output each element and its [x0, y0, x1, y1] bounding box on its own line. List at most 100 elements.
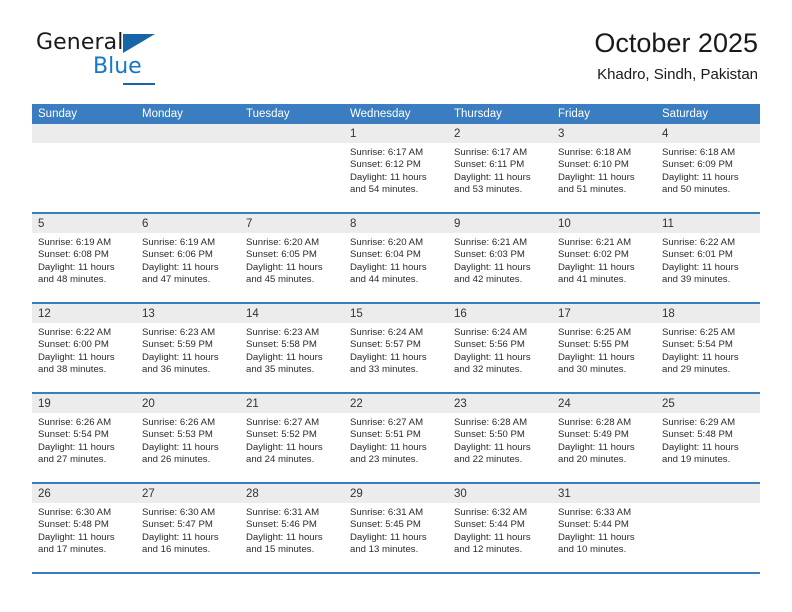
calendar-day-cell[interactable]: 15 Sunrise: 6:24 AM Sunset: 5:57 PM Dayligh…: [344, 304, 448, 392]
daylight-text-line1: Daylight: 11 hours: [454, 351, 531, 363]
day-details: Sunrise: 6:22 AM Sunset: 6:01 PM Daylight:…: [656, 233, 760, 287]
calendar-day-cell[interactable]: 18 Sunrise: 6:25 AM Sunset: 5:54 PM Dayligh…: [656, 304, 760, 392]
calendar-day-cell[interactable]: 27 Sunrise: 6:30 AM Sunset: 5:47 PM Dayligh…: [136, 484, 240, 572]
calendar-week-cells: 26 Sunrise: 6:30 AM Sunset: 5:48 PM Dayligh…: [32, 484, 760, 572]
day-number: 6: [142, 218, 149, 230]
calendar-day-cell[interactable]: 14 Sunrise: 6:23 AM Sunset: 5:58 PM Dayligh…: [240, 304, 344, 392]
day-number: 30: [454, 488, 467, 500]
day-number-band: 15: [344, 304, 448, 323]
day-number-band: 14: [240, 304, 344, 323]
day-number: 25: [662, 398, 675, 410]
day-number: 4: [662, 128, 669, 140]
calendar-day-cell[interactable]: 23 Sunrise: 6:28 AM Sunset: 5:50 PM Dayligh…: [448, 394, 552, 482]
weekday-header-friday: Friday: [558, 108, 590, 120]
sunset-text: Sunset: 5:49 PM: [558, 429, 629, 441]
calendar-week-row: 26 Sunrise: 6:30 AM Sunset: 5:48 PM Dayligh…: [32, 482, 760, 572]
sunrise-text: Sunrise: 6:25 AM: [558, 327, 632, 338]
weekday-header-thursday: Thursday: [454, 108, 502, 120]
daylight-text-line1: Daylight: 11 hours: [454, 171, 531, 183]
calendar-day-cell[interactable]: 31 Sunrise: 6:33 AM Sunset: 5:44 PM Dayligh…: [552, 484, 656, 572]
day-number-band: 17: [552, 304, 656, 323]
daylight-text-line2: and 39 minutes.: [662, 274, 731, 286]
calendar-day-cell[interactable]: 28 Sunrise: 6:31 AM Sunset: 5:46 PM Dayligh…: [240, 484, 344, 572]
daylight-text-line1: Daylight: 11 hours: [38, 261, 115, 273]
daylight-text-line2: and 48 minutes.: [38, 274, 107, 286]
weekday-header-sunday: Sunday: [38, 108, 78, 120]
calendar-weeks: 1 Sunrise: 6:17 AM Sunset: 6:12 PM Daylight…: [32, 124, 760, 572]
daylight-text-line1: Daylight: 11 hours: [662, 171, 739, 183]
logo-text-blue: Blue: [93, 54, 142, 79]
calendar-day-cell[interactable]: 6 Sunrise: 6:19 AM Sunset: 6:06 PM Daylight…: [136, 214, 240, 302]
day-details: Sunrise: 6:30 AM Sunset: 5:48 PM Daylight:…: [32, 503, 136, 557]
calendar-bottom-border: [32, 572, 760, 574]
day-number: 2: [454, 128, 461, 140]
daylight-text-line1: Daylight: 11 hours: [454, 441, 531, 453]
day-number-band: 23: [448, 394, 552, 413]
daylight-text-line1: Daylight: 11 hours: [350, 531, 427, 543]
day-number: 15: [350, 308, 363, 320]
sunset-text: Sunset: 6:00 PM: [38, 339, 109, 351]
daylight-text-line2: and 30 minutes.: [558, 364, 627, 376]
sunset-text: Sunset: 5:54 PM: [662, 339, 733, 351]
daylight-text-line2: and 53 minutes.: [454, 184, 523, 196]
calendar-day-cell[interactable]: 26 Sunrise: 6:30 AM Sunset: 5:48 PM Dayligh…: [32, 484, 136, 572]
calendar-day-cell[interactable]: 19 Sunrise: 6:26 AM Sunset: 5:54 PM Dayligh…: [32, 394, 136, 482]
sunset-text: Sunset: 6:12 PM: [350, 159, 421, 171]
day-number: 28: [246, 488, 259, 500]
calendar-day-cell[interactable]: 29 Sunrise: 6:31 AM Sunset: 5:45 PM Dayligh…: [344, 484, 448, 572]
day-number-band: 29: [344, 484, 448, 503]
calendar-day-cell[interactable]: 17 Sunrise: 6:25 AM Sunset: 5:55 PM Dayligh…: [552, 304, 656, 392]
day-number: 24: [558, 398, 571, 410]
calendar-day-cell[interactable]: 25 Sunrise: 6:29 AM Sunset: 5:48 PM Dayligh…: [656, 394, 760, 482]
calendar-page: General Blue October 2025 Khadro, Sindh,…: [0, 0, 792, 612]
calendar-week-row: 19 Sunrise: 6:26 AM Sunset: 5:54 PM Dayligh…: [32, 392, 760, 482]
calendar-day-cell[interactable]: 4 Sunrise: 6:18 AM Sunset: 6:09 PM Daylight…: [656, 124, 760, 212]
daylight-text-line1: Daylight: 11 hours: [142, 531, 219, 543]
sunrise-text: Sunrise: 6:19 AM: [38, 237, 112, 248]
calendar-day-cell[interactable]: 11 Sunrise: 6:22 AM Sunset: 6:01 PM Dayligh…: [656, 214, 760, 302]
calendar-day-cell[interactable]: 13 Sunrise: 6:23 AM Sunset: 5:59 PM Dayligh…: [136, 304, 240, 392]
daylight-text-line2: and 54 minutes.: [350, 184, 419, 196]
sunset-text: Sunset: 5:48 PM: [38, 519, 109, 531]
day-number-band: [136, 124, 240, 143]
daylight-text-line2: and 38 minutes.: [38, 364, 107, 376]
day-number-band: 24: [552, 394, 656, 413]
day-number-band: 27: [136, 484, 240, 503]
day-details: Sunrise: 6:18 AM Sunset: 6:09 PM Daylight:…: [656, 143, 760, 197]
calendar-day-cell-empty: [32, 124, 136, 212]
calendar-day-cell[interactable]: 2 Sunrise: 6:17 AM Sunset: 6:11 PM Daylight…: [448, 124, 552, 212]
calendar-day-cell[interactable]: 3 Sunrise: 6:18 AM Sunset: 6:10 PM Daylight…: [552, 124, 656, 212]
day-details: Sunrise: 6:27 AM Sunset: 5:52 PM Daylight:…: [240, 413, 344, 467]
calendar-day-cell[interactable]: 12 Sunrise: 6:22 AM Sunset: 6:00 PM Dayligh…: [32, 304, 136, 392]
day-number-band: 18: [656, 304, 760, 323]
calendar-day-cell[interactable]: 22 Sunrise: 6:27 AM Sunset: 5:51 PM Dayligh…: [344, 394, 448, 482]
day-details: Sunrise: 6:21 AM Sunset: 6:03 PM Daylight:…: [448, 233, 552, 287]
day-number-band: 21: [240, 394, 344, 413]
title-block: October 2025 Khadro, Sindh, Pakistan: [594, 26, 758, 86]
daylight-text-line1: Daylight: 11 hours: [246, 441, 323, 453]
calendar-day-cell[interactable]: 1 Sunrise: 6:17 AM Sunset: 6:12 PM Daylight…: [344, 124, 448, 212]
calendar-day-cell[interactable]: 16 Sunrise: 6:24 AM Sunset: 5:56 PM Dayligh…: [448, 304, 552, 392]
sunrise-text: Sunrise: 6:30 AM: [142, 507, 216, 518]
day-number: 17: [558, 308, 571, 320]
daylight-text-line2: and 24 minutes.: [246, 454, 315, 466]
day-number: 18: [662, 308, 675, 320]
calendar-day-cell[interactable]: 7 Sunrise: 6:20 AM Sunset: 6:05 PM Daylight…: [240, 214, 344, 302]
calendar-week-cells: 12 Sunrise: 6:22 AM Sunset: 6:00 PM Dayligh…: [32, 304, 760, 392]
calendar-day-cell[interactable]: 30 Sunrise: 6:32 AM Sunset: 5:44 PM Dayligh…: [448, 484, 552, 572]
daylight-text-line1: Daylight: 11 hours: [350, 351, 427, 363]
general-blue-logo[interactable]: General Blue: [34, 30, 244, 92]
day-details: Sunrise: 6:33 AM Sunset: 5:44 PM Daylight:…: [552, 503, 656, 557]
calendar-day-cell[interactable]: 20 Sunrise: 6:26 AM Sunset: 5:53 PM Dayligh…: [136, 394, 240, 482]
calendar-day-cell[interactable]: 10 Sunrise: 6:21 AM Sunset: 6:02 PM Dayligh…: [552, 214, 656, 302]
sunrise-text: Sunrise: 6:17 AM: [454, 147, 528, 158]
sunset-text: Sunset: 6:02 PM: [558, 249, 629, 261]
calendar-day-cell[interactable]: 8 Sunrise: 6:20 AM Sunset: 6:04 PM Daylight…: [344, 214, 448, 302]
sunrise-text: Sunrise: 6:27 AM: [350, 417, 424, 428]
day-details: Sunrise: 6:26 AM Sunset: 5:53 PM Daylight:…: [136, 413, 240, 467]
calendar-day-cell[interactable]: 9 Sunrise: 6:21 AM Sunset: 6:03 PM Daylight…: [448, 214, 552, 302]
calendar-day-cell[interactable]: 21 Sunrise: 6:27 AM Sunset: 5:52 PM Dayligh…: [240, 394, 344, 482]
calendar-day-cell[interactable]: 5 Sunrise: 6:19 AM Sunset: 6:08 PM Daylight…: [32, 214, 136, 302]
day-details: Sunrise: 6:18 AM Sunset: 6:10 PM Daylight:…: [552, 143, 656, 197]
calendar-day-cell[interactable]: 24 Sunrise: 6:28 AM Sunset: 5:49 PM Dayligh…: [552, 394, 656, 482]
